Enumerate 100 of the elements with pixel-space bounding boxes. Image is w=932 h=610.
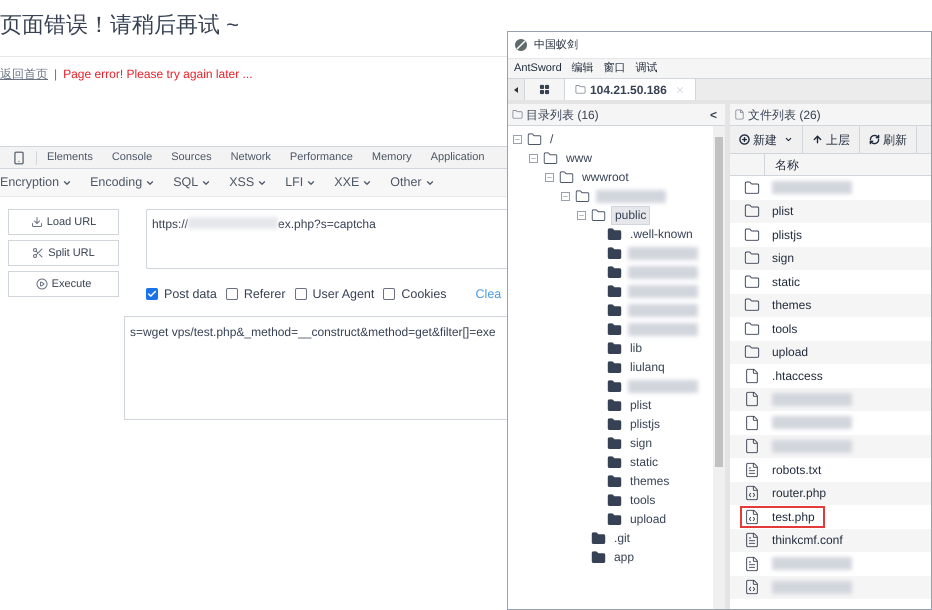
toolbar-button[interactable]: 上层 <box>803 126 860 153</box>
file-row[interactable]: test.php <box>740 506 825 528</box>
checkbox-label: Cookies <box>401 286 447 303</box>
checkbox-label: User Agent <box>312 286 374 303</box>
url-field[interactable]: https:// ex.php?s=captcha <box>146 209 510 269</box>
hackbar-button[interactable]: Split URL <box>8 240 119 266</box>
tree-item[interactable]: liulanq <box>627 359 668 376</box>
tree-item[interactable]: .git <box>611 530 634 547</box>
checkbox-label: Post data <box>164 286 217 303</box>
home-link[interactable]: 返回首页 <box>0 65 48 83</box>
devtools-tab[interactable]: Performance <box>290 149 353 166</box>
device-toolbar-icon[interactable] <box>12 150 26 164</box>
tree-item[interactable]: themes <box>627 473 672 490</box>
page-title: 页面错误！请稍后再试 ~ <box>0 11 240 39</box>
error-message: Page error! Please try again later ... <box>63 66 253 83</box>
collapse-toggle-icon[interactable] <box>560 192 570 201</box>
file-row[interactable]: .htaccess <box>740 364 833 387</box>
file-icon <box>744 368 760 384</box>
file-icon <box>744 414 760 431</box>
checkbox[interactable] <box>146 288 158 300</box>
file-row[interactable]: static <box>740 270 810 293</box>
text-file-icon <box>744 462 760 478</box>
code-file-icon <box>744 485 760 502</box>
code-file-icon <box>744 508 760 525</box>
close-icon[interactable] <box>674 84 685 94</box>
checkbox[interactable] <box>294 288 307 300</box>
folder-icon <box>744 274 760 290</box>
panel-title: 文件列表 (26) <box>748 106 821 124</box>
folder-icon <box>575 84 586 95</box>
hackbar-menu[interactable]: SQL <box>173 173 212 192</box>
file-icon <box>744 438 760 454</box>
tree-item[interactable]: app <box>611 549 638 566</box>
folder-icon <box>744 297 760 314</box>
arrow-up-icon <box>812 134 823 145</box>
separator: | <box>54 66 58 83</box>
file-row[interactable]: plistjs <box>740 224 812 246</box>
hackbar-menu[interactable]: LFI <box>285 173 316 192</box>
checkbox[interactable] <box>226 288 238 300</box>
tree-item[interactable]: lib <box>627 340 646 357</box>
tree-item[interactable]: tools <box>627 492 658 509</box>
hackbar-menu[interactable]: Encoding <box>90 173 156 192</box>
folder-icon <box>512 109 523 120</box>
collapse-toggle-icon[interactable] <box>528 154 538 163</box>
code-file-icon <box>744 579 760 596</box>
tree-item[interactable]: wwwroot <box>579 169 632 186</box>
scissors-icon <box>32 247 44 259</box>
file-row[interactable]: tools <box>740 318 808 340</box>
column-header[interactable]: 名称 <box>765 156 799 174</box>
file-row[interactable]: robots.txt <box>740 458 832 481</box>
tree-item[interactable]: upload <box>627 511 670 528</box>
devtools-tab[interactable]: Application <box>430 149 484 166</box>
tree-item[interactable]: plist <box>627 397 654 414</box>
folder-icon <box>744 320 760 337</box>
scrollbar[interactable] <box>713 126 725 609</box>
caret-icon <box>784 135 793 144</box>
tree-item[interactable]: sign <box>627 435 656 452</box>
hackbar-menu[interactable]: Other <box>390 173 435 192</box>
tree-item[interactable]: static <box>627 454 662 471</box>
folder-icon <box>744 226 760 243</box>
folder-icon <box>744 250 760 266</box>
hackbar-button[interactable]: Execute <box>8 271 119 297</box>
menu-item[interactable]: 编辑 <box>572 60 594 77</box>
tree-item[interactable]: / <box>547 131 556 148</box>
text-file-icon <box>744 532 760 548</box>
collapse-toggle-icon[interactable] <box>544 173 554 182</box>
folder-icon <box>744 203 760 220</box>
devtools-tab[interactable]: Memory <box>372 149 412 166</box>
panel-title: 目录列表 (16) <box>526 106 600 124</box>
hackbar-menu[interactable]: Encryption <box>0 173 72 192</box>
tree-item[interactable]: www <box>563 150 595 167</box>
refresh-icon <box>869 134 880 145</box>
window-title: 中国蚁剑 <box>534 38 578 53</box>
download-icon <box>30 216 43 228</box>
checkbox[interactable] <box>383 288 396 300</box>
grid-icon[interactable] <box>539 84 550 95</box>
collapse-panel-button[interactable]: < <box>706 106 721 124</box>
collapse-toggle-icon[interactable] <box>576 211 586 220</box>
folder-icon <box>744 344 760 360</box>
file-icon <box>744 391 760 408</box>
devtools-tab[interactable]: Sources <box>171 149 212 166</box>
devtools-tab[interactable]: Network <box>230 149 271 166</box>
toolbar-button[interactable]: 新建 <box>730 126 803 153</box>
menu-item[interactable]: 窗口 <box>604 60 626 77</box>
menu-item[interactable]: 调试 <box>636 60 658 77</box>
hackbar-button[interactable]: Load URL <box>8 209 119 235</box>
devtools-tab[interactable]: Elements <box>47 149 93 166</box>
toolbar-button[interactable]: 刷新 <box>860 126 917 153</box>
checkbox-label: Referer <box>244 286 286 303</box>
tree-item[interactable]: plistjs <box>627 416 664 433</box>
text-file-icon <box>744 556 760 572</box>
hackbar-menu[interactable]: XXE <box>334 173 372 192</box>
tree-item[interactable]: .well-known <box>627 226 696 243</box>
hackbar-menu[interactable]: XSS <box>229 173 268 192</box>
play-icon <box>36 278 48 290</box>
app-logo-icon <box>514 38 528 52</box>
collapse-toggle-icon[interactable] <box>512 135 522 144</box>
connection-tab[interactable]: 104.21.50.186 <box>564 79 696 100</box>
tree-item[interactable]: public <box>611 206 650 225</box>
menu-item[interactable]: AntSword <box>514 60 562 77</box>
devtools-tab[interactable]: Console <box>112 149 152 166</box>
